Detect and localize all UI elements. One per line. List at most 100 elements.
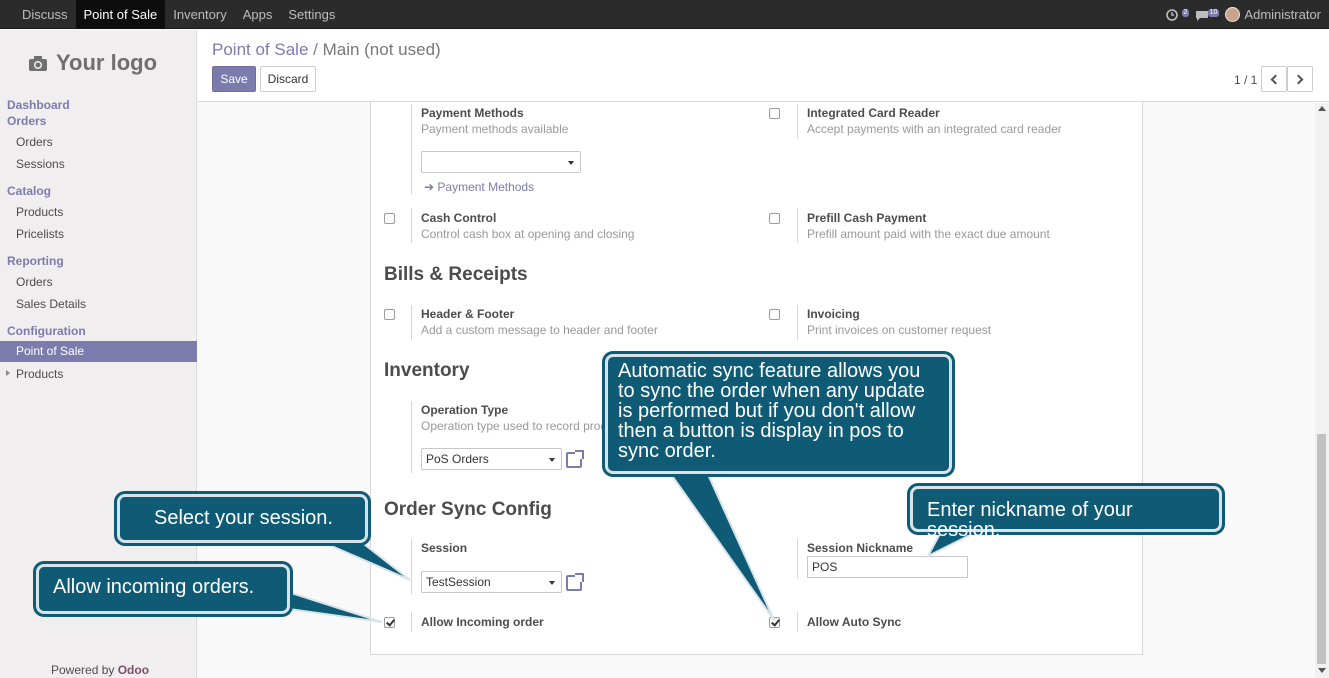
setting-divider <box>411 104 412 194</box>
session-nickname-label: Session Nickname <box>807 541 914 555</box>
app-menu: Discuss Point of Sale Inventory Apps Set… <box>14 0 343 29</box>
caret-right-icon[interactable] <box>6 370 10 376</box>
caret-down-icon <box>549 581 555 585</box>
activity-badge: 2 <box>1181 8 1190 17</box>
sidebar-item-sessions[interactable]: Sessions <box>16 157 65 171</box>
auto-sync-callout-line: is performed but if you don't allow <box>618 400 916 422</box>
invoicing-checkbox[interactable] <box>769 309 780 320</box>
allow-auto-sync-checkbox[interactable] <box>769 617 780 628</box>
powered-by-brand[interactable]: Odoo <box>118 663 149 677</box>
auto-sync-callout-line: Automatic sync feature allows you <box>618 360 921 382</box>
avatar <box>1225 7 1241 22</box>
menu-settings[interactable]: Settings <box>280 0 343 29</box>
payment-methods-select[interactable] <box>421 151 581 173</box>
operation-type-select[interactable]: PoS Orders <box>421 448 562 470</box>
header-footer-desc: Add a custom message to header and foote… <box>421 323 658 337</box>
user-name: Administrator <box>1244 7 1321 22</box>
allow-incoming-checkbox[interactable] <box>384 617 395 628</box>
allow-auto-sync-label: Allow Auto Sync <box>807 615 902 629</box>
menu-point-of-sale[interactable]: Point of Sale <box>75 0 166 29</box>
header-footer-checkbox[interactable] <box>384 309 395 320</box>
powered-by-text: Powered by <box>51 663 115 677</box>
payment-methods-link-text: Payment Methods <box>437 180 535 194</box>
operation-type-label: Operation Type <box>421 403 509 417</box>
payment-methods-link[interactable]: ➔ Payment Methods <box>424 180 534 194</box>
setting-divider <box>411 612 412 632</box>
user-menu[interactable]: Administrator <box>1225 7 1321 22</box>
allow-incoming-callout: Allow incoming orders. <box>36 564 290 614</box>
save-button[interactable]: Save <box>212 66 256 92</box>
prefill-cash-label: Prefill Cash Payment <box>807 211 927 225</box>
sidebar-item-point-of-sale[interactable]: Point of Sale <box>0 341 197 362</box>
setting-divider <box>797 208 798 243</box>
prefill-cash-desc: Prefill amount paid with the exact due a… <box>807 227 1050 241</box>
setting-divider <box>797 305 798 340</box>
caret-down-icon <box>549 458 555 462</box>
pager-next-button[interactable] <box>1287 66 1313 92</box>
logo-text: Your logo <box>56 50 158 75</box>
setting-divider <box>797 104 798 139</box>
menu-apps[interactable]: Apps <box>235 0 281 29</box>
cash-control-checkbox[interactable] <box>384 213 395 224</box>
order-sync-heading: Order Sync Config <box>384 499 552 520</box>
session-label: Session <box>421 541 468 555</box>
integrated-card-checkbox[interactable] <box>769 108 780 119</box>
invoicing-desc: Print invoices on customer request <box>807 323 992 337</box>
sidebar-item-sales-details[interactable]: Sales Details <box>16 297 86 311</box>
nickname-callout: Enter nickname of your session. <box>910 486 1222 540</box>
external-link-icon[interactable] <box>566 573 584 591</box>
sidebar-dashboard[interactable]: Dashboard <box>7 98 70 112</box>
sidebar-orders-head[interactable]: Orders <box>7 114 46 128</box>
session-value: TestSession <box>426 575 491 589</box>
integrated-card-label: Integrated Card Reader <box>807 106 940 120</box>
payment-methods-desc: Payment methods available <box>421 122 569 136</box>
menu-inventory[interactable]: Inventory <box>165 0 234 29</box>
external-link-icon[interactable] <box>566 450 584 468</box>
systray: 2 10 Administrator <box>1165 0 1321 29</box>
menu-discuss[interactable]: Discuss <box>14 0 76 29</box>
prefill-cash-checkbox[interactable] <box>769 213 780 224</box>
pager-value[interactable]: 1 / 1 <box>1234 73 1257 87</box>
activity-icon[interactable]: 2 <box>1165 8 1190 22</box>
session-select[interactable]: TestSession <box>421 571 562 593</box>
camera-icon <box>29 56 47 71</box>
auto-sync-callout-line: to sync the order when any update <box>618 380 925 402</box>
inventory-heading: Inventory <box>384 360 470 381</box>
setting-divider <box>411 208 412 243</box>
setting-divider <box>411 539 412 594</box>
breadcrumb-current: Main (not used) <box>322 40 441 59</box>
payment-methods-label: Payment Methods <box>421 106 524 120</box>
caret-down-icon <box>568 161 574 165</box>
auto-sync-callout: Automatic sync feature allows you to syn… <box>605 354 952 474</box>
sidebar-item-reporting-orders[interactable]: Orders <box>16 275 53 289</box>
setting-divider <box>411 401 412 473</box>
sidebar-item-products[interactable]: Products <box>16 205 63 219</box>
sidebar-configuration-head[interactable]: Configuration <box>7 324 86 338</box>
setting-divider <box>797 539 798 579</box>
session-nickname-input[interactable]: POS <box>807 556 968 578</box>
operation-type-value: PoS Orders <box>426 452 489 466</box>
scrollbar-thumb[interactable] <box>1317 434 1326 664</box>
setting-divider <box>411 305 412 340</box>
powered-by: Powered by Odoo <box>51 663 149 677</box>
scroll-down-arrow-icon[interactable] <box>1318 668 1326 673</box>
sidebar-item-orders[interactable]: Orders <box>16 135 53 149</box>
cash-control-desc: Control cash box at opening and closing <box>421 227 635 241</box>
invoicing-label: Invoicing <box>807 307 860 321</box>
integrated-card-desc: Accept payments with an integrated card … <box>807 122 1062 136</box>
messages-icon[interactable]: 10 <box>1195 8 1220 22</box>
header-footer-label: Header & Footer <box>421 307 515 321</box>
allow-incoming-label: Allow Incoming order <box>421 615 544 629</box>
sidebar-item-pricelists[interactable]: Pricelists <box>16 227 64 241</box>
scroll-up-arrow-icon[interactable] <box>1318 106 1326 111</box>
chevron-left-icon <box>1270 74 1281 85</box>
breadcrumb: Point of Sale / Main (not used) <box>212 40 441 60</box>
breadcrumb-parent[interactable]: Point of Sale / <box>212 40 318 59</box>
auto-sync-callout-line: then a button is display in pos to <box>618 420 904 442</box>
sidebar-catalog-head[interactable]: Catalog <box>7 184 51 198</box>
discard-button[interactable]: Discard <box>260 66 316 92</box>
operation-type-desc: Operation type used to record prod <box>421 419 608 433</box>
sidebar-reporting-head[interactable]: Reporting <box>7 254 64 268</box>
pager-previous-button[interactable] <box>1261 66 1287 92</box>
sidebar-item-config-products[interactable]: Products <box>16 367 63 381</box>
